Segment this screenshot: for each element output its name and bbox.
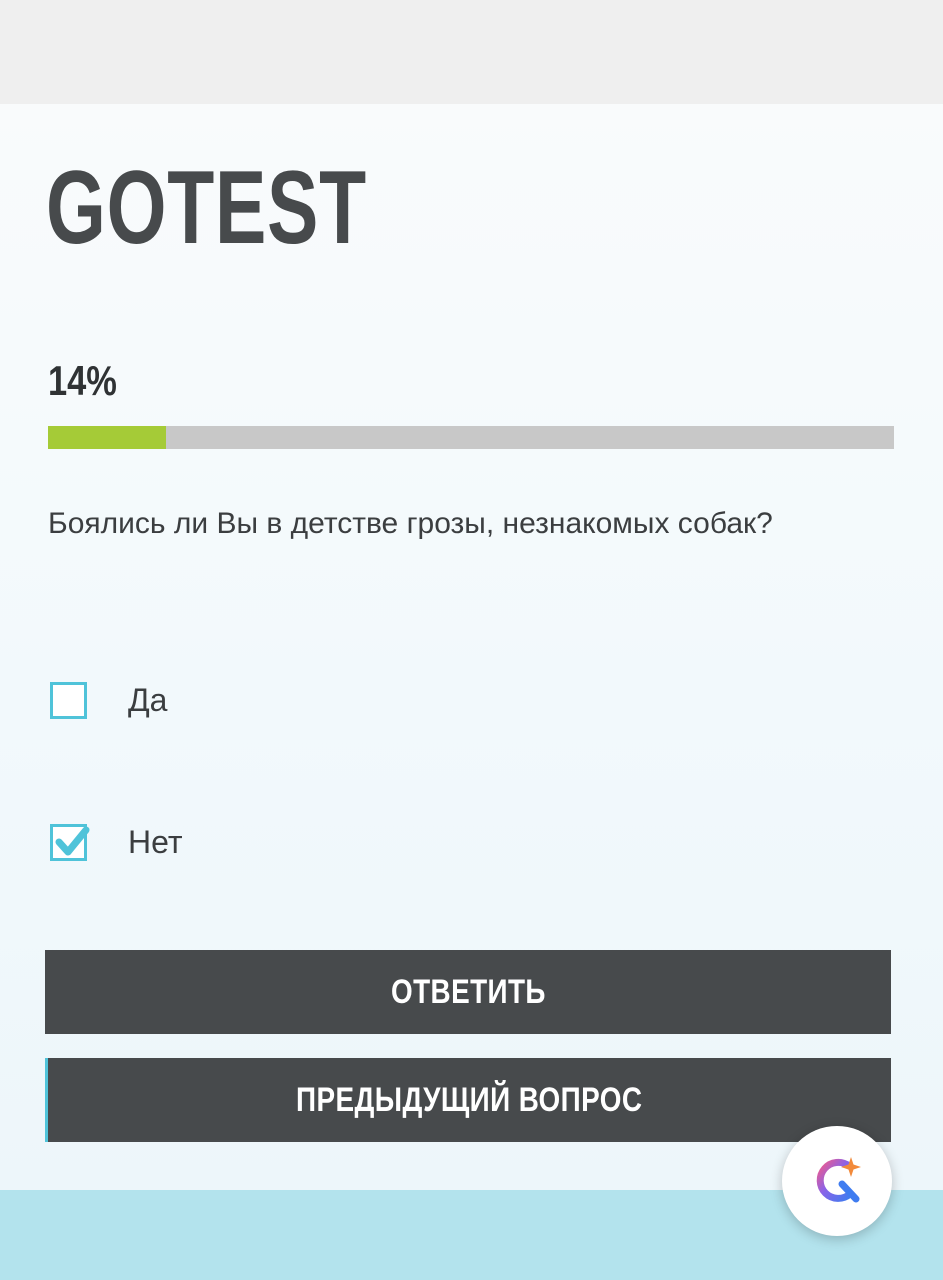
progress-bar-fill [48, 426, 167, 449]
question-text: Боялись ли Вы в детстве грозы, незнакомы… [48, 507, 773, 540]
answer-option-label: Нет [128, 824, 183, 860]
previous-question-button[interactable]: ПРЕДЫДУЩИЙ ВОПРОС [45, 1058, 891, 1142]
search-assistant-icon [816, 1157, 861, 1203]
answer-button-label: ОТВЕТИТЬ [390, 972, 546, 1011]
progress-bar [48, 426, 894, 449]
top-strip [0, 0, 943, 104]
answer-button[interactable]: ОТВЕТИТЬ [45, 950, 891, 1034]
assistant-floating-button[interactable] [782, 1126, 892, 1236]
checkbox-checked[interactable] [50, 823, 90, 861]
checkbox-unchecked[interactable] [50, 681, 87, 719]
answer-option-label: Да [128, 682, 168, 718]
checkmark-icon [55, 826, 90, 855]
previous-question-button-label: ПРЕДЫДУЩИЙ ВОПРОС [296, 1080, 643, 1119]
progress-percent: 14% [48, 357, 117, 404]
answer-option-yes[interactable]: Да [48, 678, 167, 722]
answer-option-no[interactable]: Нет [48, 820, 183, 864]
site-logo[interactable]: GOTEST [46, 152, 367, 264]
